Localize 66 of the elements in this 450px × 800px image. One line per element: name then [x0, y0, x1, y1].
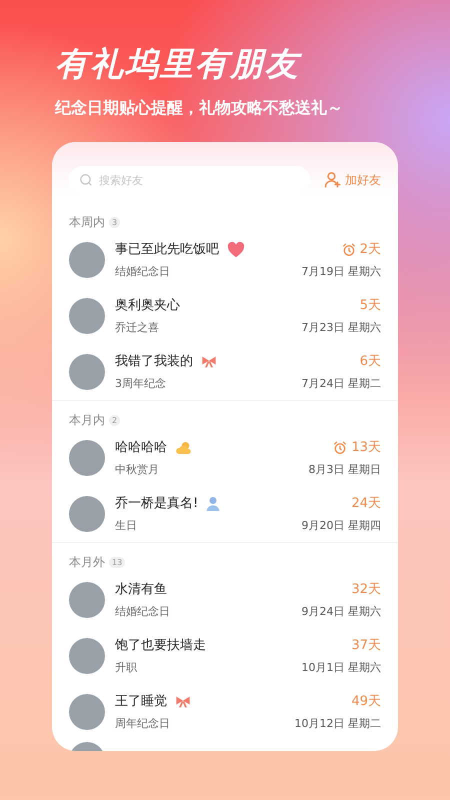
sun-cloud-icon: [175, 440, 193, 455]
date-label: 9月24日 星期六: [302, 604, 381, 620]
friend-name: 饱了也要扶墙走: [115, 637, 206, 655]
friend-row[interactable]: 乔一桥是真名! 生日 24天 9月20日 星期四: [69, 486, 381, 542]
friend-name: 乔一桥是真名!: [115, 495, 198, 513]
days-left: 24天: [351, 495, 381, 513]
bow-icon: [175, 696, 191, 708]
friend-row[interactable]: 奥利奥夹心 乔迁之喜 5天 7月23日 星期六: [69, 288, 381, 344]
person-icon: [206, 496, 220, 512]
date-label: 9月20日 星期四: [302, 518, 381, 534]
headline: 有礼坞里有朋友: [55, 44, 300, 84]
friend-row[interactable]: 饱了也要扶墙走 升职 37天 10月1日 星期六: [69, 628, 381, 684]
friend-row[interactable]: 王了睡觉 周年纪念日 49天 10月12日 星期二: [69, 684, 381, 740]
avatar-photo-placeholder: [69, 496, 105, 532]
friend-name: 水清有鱼: [115, 581, 167, 599]
date-label: 8月3日 星期日: [308, 462, 381, 478]
friend-name: 王了睡觉: [115, 693, 167, 711]
date-label: 7月23日 星期六: [302, 320, 381, 336]
search-field[interactable]: 搜索好友: [99, 170, 300, 190]
days-left: 32天: [351, 581, 381, 599]
date-label: 10月12日 星期二: [294, 716, 381, 732]
friend-name: 奥利奥夹心: [115, 297, 180, 315]
occasion-label: 中秋赏月: [115, 462, 160, 478]
days-left: 13天: [351, 439, 381, 457]
occasion-label: 结婚纪念日: [115, 264, 171, 280]
date-label: 7月19日 星期六: [302, 264, 381, 280]
friend-row[interactable]: 水清有鱼 结婚纪念日 32天 9月24日 星期六: [69, 572, 381, 628]
heart-icon: [227, 242, 245, 258]
occasion-label: 周年纪念日: [115, 716, 171, 732]
search-icon: [79, 173, 93, 187]
alarm-clock-icon: [333, 440, 348, 455]
days-left: 5天: [360, 297, 381, 315]
bow-icon: [201, 356, 217, 368]
friend-name: 哈哈哈哈: [115, 439, 167, 457]
days-left: 6天: [360, 353, 381, 371]
subtitle: 纪念日期贴心提醒，礼物攻略不愁送礼～: [55, 97, 343, 119]
alarm-clock-icon: [342, 242, 356, 257]
days-left: 2天: [360, 241, 381, 259]
avatar-photo-placeholder: [69, 638, 105, 674]
add-person-icon: [324, 171, 342, 189]
count-badge: 3: [109, 216, 120, 228]
count-badge: 13: [109, 556, 126, 568]
avatar-photo-placeholder: [69, 298, 105, 334]
section-title: 本月内: [69, 412, 105, 429]
count-badge: 2: [109, 414, 120, 426]
section-title: 本月外: [69, 554, 105, 571]
section-title: 本周内: [69, 214, 105, 231]
friend-row[interactable]: 事已至此先吃饭吧 结婚纪念日 2天 7月19日 星期六: [69, 232, 381, 288]
friend-row[interactable]: 我错了我装的 3周年纪念 6天 7月24日 星期二: [69, 344, 381, 400]
avatar-photo-placeholder: [69, 242, 105, 278]
avatar-photo-placeholder: [69, 582, 105, 618]
date-label: 7月24日 星期二: [302, 376, 381, 392]
occasion-label: 结婚纪念日: [115, 604, 171, 620]
occasion-label: 乔迁之喜: [115, 320, 160, 336]
friend-row[interactable]: 哈哈哈哈 中秋赏月 13天 8月3日 星期日: [69, 430, 381, 486]
days-left: 49天: [351, 693, 381, 711]
occasion-label: 生日: [115, 518, 138, 534]
occasion-label: 升职: [115, 660, 138, 676]
avatar-photo-placeholder: [69, 354, 105, 390]
days-left: 37天: [351, 637, 381, 655]
friend-name: 我错了我装的: [115, 353, 193, 371]
occasion-label: 3周年纪念: [115, 376, 167, 392]
avatar-photo-placeholder: [69, 440, 105, 476]
avatar-photo-placeholder: [69, 694, 105, 730]
date-label: 10月1日 星期六: [302, 660, 381, 676]
friend-name: 事已至此先吃饭吧: [115, 241, 219, 259]
